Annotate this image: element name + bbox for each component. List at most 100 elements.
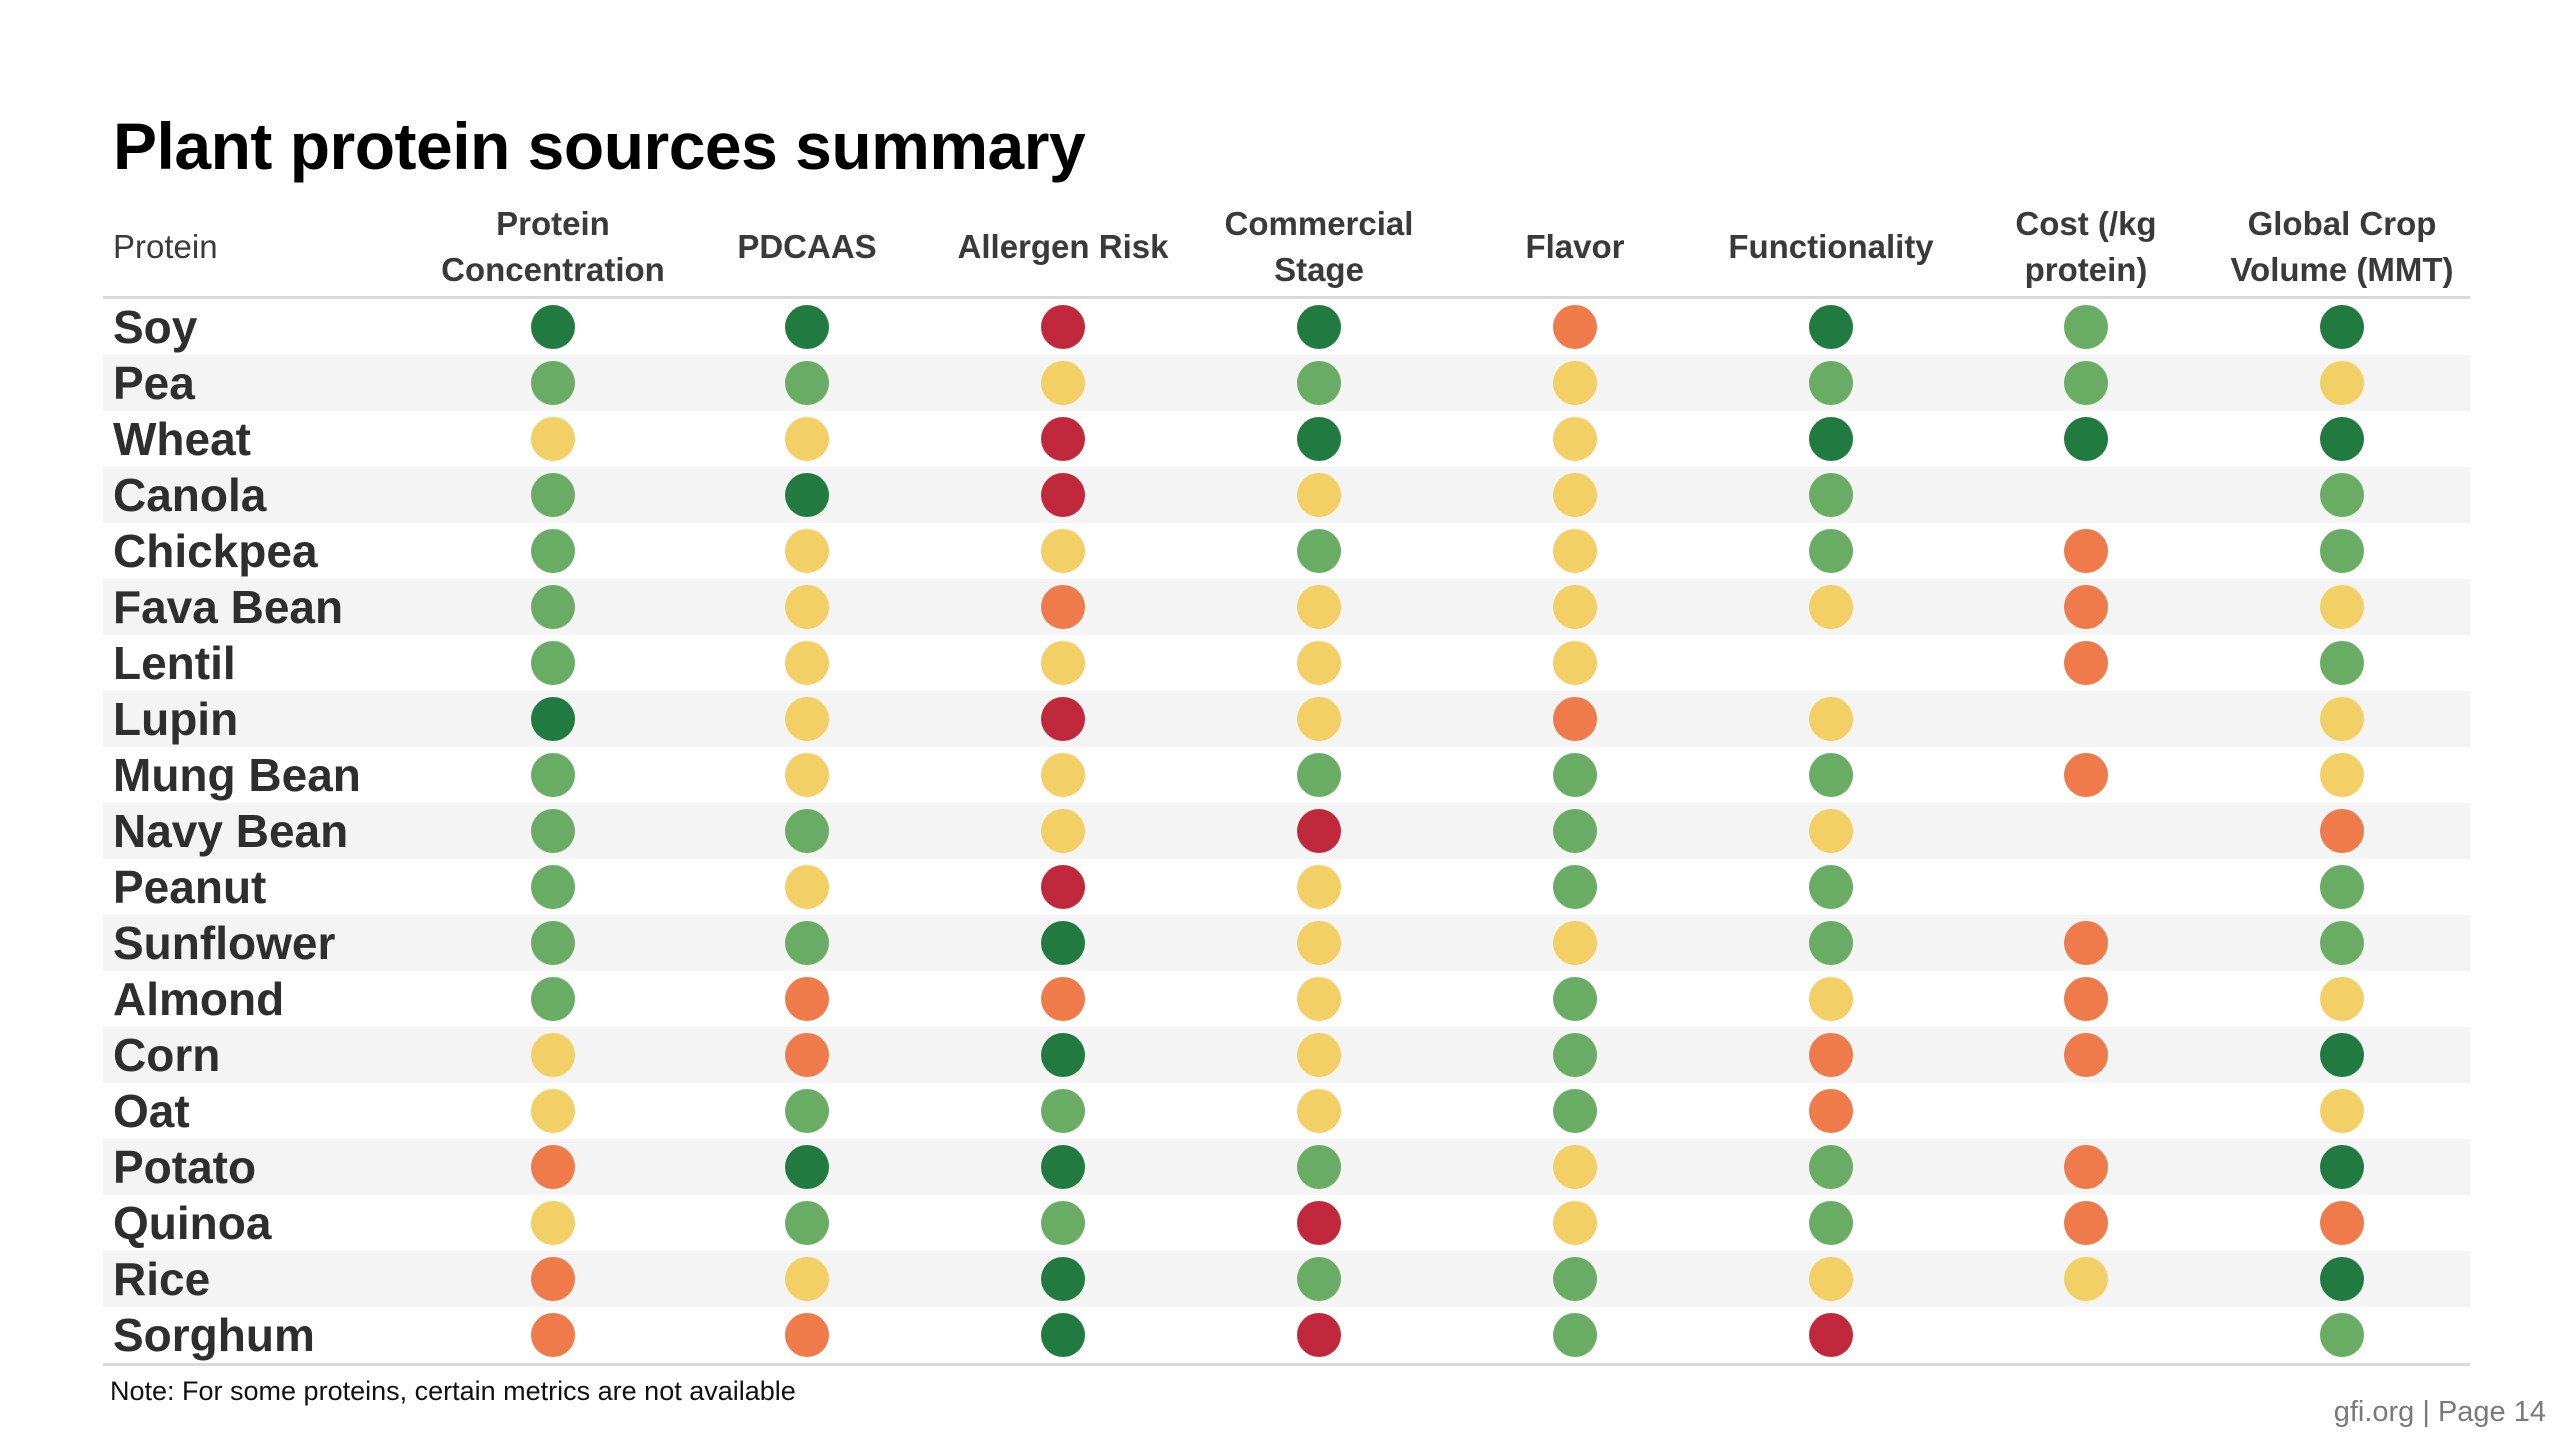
rating-dot-allergen-risk-yellow	[1041, 809, 1085, 853]
rating-dot-functionality-yellow	[1809, 697, 1853, 741]
rating-dot-allergen-risk-orange	[1041, 977, 1085, 1021]
rating-dot-functionality-yellow	[1809, 809, 1853, 853]
rating-dot-flavor-orange	[1553, 697, 1597, 741]
column-header-protein: Protein	[113, 228, 218, 265]
rating-dot-global-crop-volume-mmt-light-green	[2320, 473, 2364, 517]
rating-dot-functionality-orange	[1809, 1033, 1853, 1077]
rating-dot-commercial-stage-yellow	[1297, 1089, 1341, 1133]
rating-dot-flavor-yellow	[1553, 473, 1597, 517]
rating-dot-protein-concentration-yellow	[531, 1089, 575, 1133]
table-row-almond: Almond	[103, 971, 2470, 1027]
table-row-sunflower: Sunflower	[103, 915, 2470, 971]
column-header-functionality: Functionality	[1728, 228, 1934, 265]
rating-dot-global-crop-volume-mmt-light-green	[2320, 529, 2364, 573]
rating-dot-protein-concentration-light-green	[531, 921, 575, 965]
rating-dot-functionality-light-green	[1809, 361, 1853, 405]
table-row-oat: Oat	[103, 1083, 2470, 1139]
rating-dot-commercial-stage-light-green	[1297, 753, 1341, 797]
column-header-protein-concentration: Protein Concentration	[441, 205, 665, 288]
rating-dot-cost-kg-protein-orange	[2064, 1033, 2108, 1077]
rating-dot-functionality-light-green	[1809, 1145, 1853, 1189]
rating-dot-global-crop-volume-mmt-light-green	[2320, 865, 2364, 909]
table-row-lentil: Lentil	[103, 635, 2470, 691]
rating-dot-protein-concentration-orange	[531, 1257, 575, 1301]
rating-dot-allergen-risk-dark-green	[1041, 1257, 1085, 1301]
rating-dot-commercial-stage-yellow	[1297, 473, 1341, 517]
table-row-pea: Pea	[103, 355, 2470, 411]
rating-dot-commercial-stage-yellow	[1297, 1033, 1341, 1077]
rating-dot-flavor-light-green	[1553, 1313, 1597, 1357]
table-row-mung-bean: Mung Bean	[103, 747, 2470, 803]
rating-dot-commercial-stage-yellow	[1297, 697, 1341, 741]
column-header-allergen-risk: Allergen Risk	[957, 228, 1169, 265]
rating-dot-pdcaas-light-green	[785, 809, 829, 853]
rating-dot-functionality-light-green	[1809, 753, 1853, 797]
rating-dot-allergen-risk-yellow	[1041, 529, 1085, 573]
row-label: Lupin	[113, 693, 239, 745]
rating-dot-commercial-stage-red	[1297, 1201, 1341, 1245]
rating-dot-protein-concentration-light-green	[531, 361, 575, 405]
row-label: Oat	[113, 1085, 190, 1137]
rating-dot-commercial-stage-yellow	[1297, 641, 1341, 685]
rating-dot-pdcaas-yellow	[785, 585, 829, 629]
table-row-wheat: Wheat	[103, 411, 2470, 467]
row-label: Almond	[113, 973, 285, 1025]
table-row-navy-bean: Navy Bean	[103, 803, 2470, 859]
rating-dot-flavor-light-green	[1553, 753, 1597, 797]
column-header-global-crop-volume-mmt: Global Crop Volume (MMT)	[2230, 205, 2454, 288]
rating-dot-cost-kg-protein-light-green	[2064, 361, 2108, 405]
rating-dot-pdcaas-dark-green	[785, 473, 829, 517]
table-bottom-divider	[103, 1363, 2470, 1366]
rating-dot-functionality-dark-green	[1809, 305, 1853, 349]
rating-dot-global-crop-volume-mmt-orange	[2320, 1201, 2364, 1245]
rating-dot-functionality-light-green	[1809, 865, 1853, 909]
table-row-fava-bean: Fava Bean	[103, 579, 2470, 635]
rating-dot-protein-concentration-dark-green	[531, 697, 575, 741]
rating-dot-cost-kg-protein-orange	[2064, 641, 2108, 685]
table-header: Protein Protein Concentration PDCAAS Aller…	[103, 198, 2470, 299]
table-row-lupin: Lupin	[103, 691, 2470, 747]
rating-dot-global-crop-volume-mmt-yellow	[2320, 361, 2364, 405]
rating-dot-cost-kg-protein-orange	[2064, 1201, 2108, 1245]
rating-dot-protein-concentration-light-green	[531, 473, 575, 517]
rating-dot-pdcaas-light-green	[785, 1089, 829, 1133]
rating-dot-global-crop-volume-mmt-light-green	[2320, 921, 2364, 965]
rating-dot-flavor-light-green	[1553, 1033, 1597, 1077]
footnote: Note: For some proteins, certain metrics…	[110, 1376, 796, 1406]
row-label: Wheat	[113, 413, 251, 465]
table-row-chickpea: Chickpea	[103, 523, 2470, 579]
rating-dot-cost-kg-protein-dark-green	[2064, 417, 2108, 461]
rating-dot-flavor-yellow	[1553, 361, 1597, 405]
row-label: Quinoa	[113, 1197, 272, 1249]
row-label: Sunflower	[113, 917, 336, 969]
rating-dot-commercial-stage-dark-green	[1297, 305, 1341, 349]
rating-dot-flavor-yellow	[1553, 585, 1597, 629]
row-label: Corn	[113, 1029, 221, 1081]
row-label: Mung Bean	[113, 749, 361, 801]
rating-dot-allergen-risk-red	[1041, 697, 1085, 741]
table-body: Soy Pea Wheat Canola Chickpea Fava Bean Lentil…	[103, 299, 2470, 1363]
rating-dot-protein-concentration-light-green	[531, 641, 575, 685]
table-row-rice: Rice	[103, 1251, 2470, 1307]
table-row-corn: Corn	[103, 1027, 2470, 1083]
rating-dot-functionality-light-green	[1809, 529, 1853, 573]
rating-dot-protein-concentration-light-green	[531, 585, 575, 629]
rating-dot-commercial-stage-yellow	[1297, 865, 1341, 909]
rating-dot-protein-concentration-light-green	[531, 753, 575, 797]
rating-dot-pdcaas-yellow	[785, 529, 829, 573]
rating-dot-global-crop-volume-mmt-dark-green	[2320, 417, 2364, 461]
rating-dot-allergen-risk-light-green	[1041, 1089, 1085, 1133]
rating-dot-global-crop-volume-mmt-yellow	[2320, 697, 2364, 741]
rating-dot-flavor-light-green	[1553, 1257, 1597, 1301]
rating-dot-cost-kg-protein-orange	[2064, 977, 2108, 1021]
rating-dot-cost-kg-protein-orange	[2064, 753, 2108, 797]
rating-dot-pdcaas-yellow	[785, 641, 829, 685]
row-label: Potato	[113, 1141, 257, 1193]
row-label: Fava Bean	[113, 581, 344, 633]
rating-dot-allergen-risk-orange	[1041, 585, 1085, 629]
rating-dot-pdcaas-light-green	[785, 1201, 829, 1245]
row-label: Canola	[113, 469, 267, 521]
rating-dot-allergen-risk-dark-green	[1041, 1145, 1085, 1189]
table-row-potato: Potato	[103, 1139, 2470, 1195]
row-label: Rice	[113, 1253, 211, 1305]
